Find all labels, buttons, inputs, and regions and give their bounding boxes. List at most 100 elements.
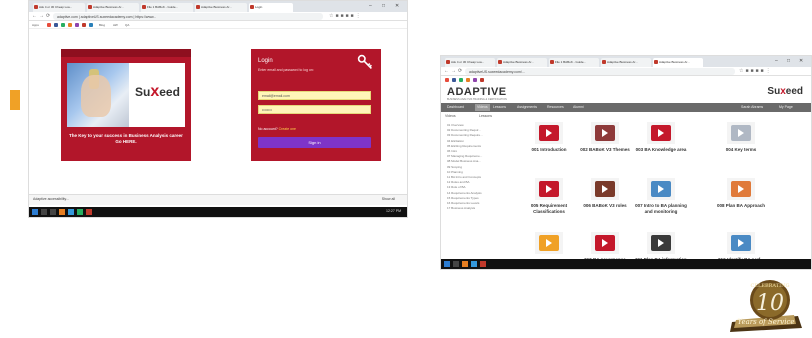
close-icon[interactable]: ✕ [799,58,803,64]
nav-arrows-icon[interactable]: ←→⟳ [444,68,464,74]
sidebar-video-item[interactable]: 03 Documenting Require... [447,133,483,137]
browser-tab-active[interactable]: Login [249,3,293,12]
sidebar-video-item[interactable]: 10 Planning [447,170,463,174]
menu-item-videos[interactable]: Videos [475,104,490,111]
sidebar-video-item[interactable]: 08 Model Business Ana... [447,159,481,163]
video-thumbnail-icon[interactable] [727,178,755,200]
sidebar-tab-lessons[interactable]: Lessons [479,114,492,118]
video-thumbnail-icon[interactable] [591,178,619,200]
taskbar-app-icon[interactable] [68,209,74,215]
minimize-icon[interactable]: – [775,58,778,64]
sidebar-video-item[interactable]: 12 Roles and BA [447,180,470,184]
taskbar-app-icon[interactable] [453,261,459,267]
taskbar-app-icon[interactable] [41,209,47,215]
brand-tagline[interactable]: The Key to your success in Business Anal… [67,133,185,145]
bookmark-icon[interactable] [445,78,449,82]
sidebar-tab-videos[interactable]: Videos [445,114,456,118]
video-thumbnail-icon[interactable] [535,122,563,144]
download-item[interactable]: Adaptive accessibility... [33,197,69,201]
video-tile[interactable]: 010 BA governance [575,232,635,263]
taskbar-app-icon[interactable] [462,261,468,267]
browser-tab[interactable]: File 1 BABoK - Guide... [549,58,599,67]
sidebar-video-item[interactable]: 01 Overview [447,123,464,127]
bookmark-icon[interactable] [89,23,93,27]
video-title[interactable]: 003 BA Knowledge area [631,147,691,153]
my-page-link[interactable]: My Page [779,105,793,109]
video-title[interactable]: 002 BABoK V3 Themes [575,147,635,153]
taskbar-app-icon[interactable] [86,209,92,215]
bookmark-link[interactable]: Blog [99,23,105,27]
maximize-icon[interactable]: □ [382,3,385,9]
browser-tab-active[interactable]: Adaptive Business Ar... [653,58,703,67]
video-tile[interactable]: 001 Introduction [519,122,579,153]
video-tile[interactable]: 008 Plan BA Approach [711,178,771,209]
menu-item-lessons[interactable]: Lessons [493,105,506,109]
video-tile[interactable]: 004 Key terms [711,122,771,153]
create-account-link[interactable]: Create one [279,127,296,131]
video-tile[interactable]: 011 Plan BA information [631,232,691,263]
browser-tab[interactable]: Ask 4 or 30 Cheap Loa... [445,58,495,67]
windows-start-icon[interactable] [444,261,450,267]
suxeed-logo[interactable]: Suxeed [767,86,803,97]
browser-tab[interactable]: File 1 BABoK - Guide... [141,3,193,12]
video-thumbnail-icon[interactable] [727,232,755,254]
browser-tab[interactable]: Adaptive Business Ar... [601,58,651,67]
url-field[interactable]: adaptive.com | adaptiveUS.suxeedacademy.… [53,13,323,20]
user-name[interactable]: Sarah Abrams [741,105,763,109]
video-title[interactable]: 007 Intro to BA planning and monitoring [631,203,691,214]
bookmark-icon[interactable] [459,78,463,82]
menu-item-assignments[interactable]: Assignments [517,105,537,109]
video-tile[interactable]: 005 Requirement Classifications [519,178,579,214]
password-field[interactable]: •••••••• [258,105,371,114]
sidebar-video-item[interactable]: 05 Eliciting Requirements [447,144,481,148]
video-thumbnail-icon[interactable] [535,232,563,254]
bookmark-icon[interactable] [47,23,51,27]
video-thumbnail-icon[interactable] [591,232,619,254]
video-tile[interactable]: 012 Identify BA perf... [711,232,771,263]
bookmark-icon[interactable] [54,23,58,27]
taskbar-app-icon[interactable] [77,209,83,215]
show-all-downloads-link[interactable]: Show all [382,197,395,201]
taskbar-app-icon[interactable] [59,209,65,215]
video-tile[interactable]: 003 BA Knowledge area [631,122,691,153]
bookmark-icon[interactable] [452,78,456,82]
sidebar-video-item[interactable]: 16 Requirements Levels [447,201,479,205]
browser-tab[interactable]: Adaptive Business Ar... [87,3,139,12]
bookmark-icon[interactable] [75,23,79,27]
maximize-icon[interactable]: □ [787,58,790,64]
video-tile[interactable]: 007 Intro to BA planning and monitoring [631,178,691,214]
url-field[interactable]: adaptiveUS.suxeedacademy.com/... [465,68,735,75]
sidebar-video-item[interactable]: 14 Requirements Analysis [447,191,482,195]
taskbar-app-icon[interactable] [471,261,477,267]
browser-extensions-icon[interactable]: ☆■■■■⋮ [739,68,773,74]
browser-tab[interactable]: Adaptive Business Ar... [497,58,547,67]
bookmark-apps[interactable]: Apps [32,23,39,27]
video-title[interactable]: 005 Requirement Classifications [519,203,579,214]
sidebar-video-item[interactable]: 17 Business Analysis [447,206,475,210]
menu-item-resources[interactable]: Resources [547,105,564,109]
video-thumbnail-icon[interactable] [647,178,675,200]
adaptive-logo[interactable]: ADAPTIVE [447,86,507,98]
menu-item-dashboard[interactable]: Dashboard [447,105,464,109]
bookmark-icon[interactable] [473,78,477,82]
bookmark-icon[interactable] [480,78,484,82]
video-tile[interactable]: 002 BABoK V3 Themes [575,122,635,153]
taskbar-app-icon[interactable] [480,261,486,267]
sidebar-video-item[interactable]: 15 Requirements Types [447,196,479,200]
video-title[interactable]: 008 Plan BA Approach [711,203,771,209]
minimize-icon[interactable]: – [369,3,372,9]
bookmark-icon[interactable] [82,23,86,27]
video-tile[interactable]: 006 BABoK V3 roles [575,178,635,209]
nav-arrows-icon[interactable]: ←→⟳ [32,13,52,19]
browser-tab[interactable]: Adaptive Business Ar... [195,3,247,12]
sidebar-video-item[interactable]: 13 Role of BA [447,185,466,189]
bookmark-link[interactable]: QA [125,23,129,27]
taskbar-app-icon[interactable] [50,209,56,215]
bookmark-icon[interactable] [68,23,72,27]
bookmark-link[interactable]: AW [113,23,118,27]
browser-tab[interactable]: Ask 4 or 30 Cheap Loa... [33,3,85,12]
video-thumbnail-icon[interactable] [591,122,619,144]
video-tile[interactable] [519,232,579,257]
signin-button[interactable]: Sign in [258,137,371,148]
sidebar-video-item[interactable]: 06 Intro [447,149,457,153]
